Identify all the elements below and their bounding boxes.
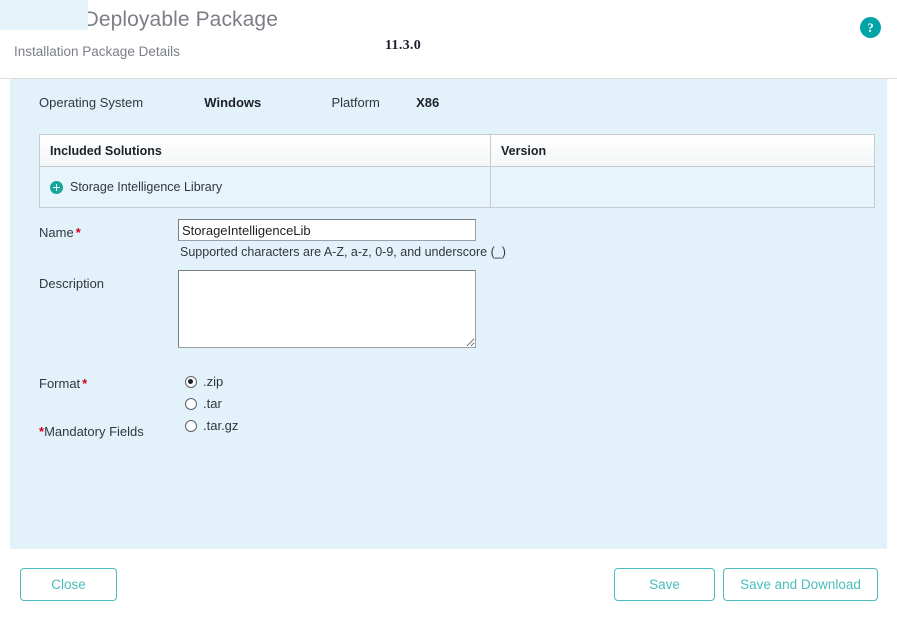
page-header: Create Deployable Package Installation P… bbox=[0, 0, 897, 79]
cell-solution-version bbox=[491, 167, 875, 208]
radio-label-targz: .tar.gz bbox=[203, 418, 238, 433]
column-header-included-solutions[interactable]: Included Solutions bbox=[40, 135, 491, 167]
format-label: Format* bbox=[39, 376, 87, 391]
solution-name-label: Storage Intelligence Library bbox=[70, 180, 222, 194]
column-header-version[interactable]: Version bbox=[491, 135, 875, 167]
plus-circle-icon[interactable] bbox=[50, 181, 63, 194]
save-button[interactable]: Save bbox=[614, 568, 715, 601]
radio-option-zip[interactable]: .zip bbox=[185, 371, 238, 392]
close-button[interactable]: Close bbox=[20, 568, 117, 601]
mandatory-fields-note: *Mandatory Fields bbox=[39, 424, 144, 439]
included-solutions-table: Included Solutions Version Storage Intel… bbox=[39, 134, 875, 208]
page-subtitle: Installation Package Details bbox=[14, 44, 180, 59]
title-overlay-block bbox=[0, 0, 88, 30]
radio-label-tar: .tar bbox=[203, 396, 222, 411]
radio-dot-tar[interactable] bbox=[185, 398, 197, 410]
name-input[interactable] bbox=[178, 219, 476, 241]
package-meta-row: Operating System Windows Platform X86 bbox=[39, 95, 439, 110]
version-label: 11.3.0 bbox=[385, 38, 421, 54]
help-icon[interactable]: ? bbox=[860, 17, 881, 38]
format-radio-group: .zip .tar .tar.gz bbox=[185, 371, 238, 437]
radio-option-targz[interactable]: .tar.gz bbox=[185, 415, 238, 436]
platform-label: Platform bbox=[331, 95, 379, 110]
cell-solution-name: Storage Intelligence Library bbox=[40, 167, 491, 208]
name-hint-text: Supported characters are A-Z, a-z, 0-9, … bbox=[180, 245, 506, 259]
dialog-footer: Close Save Save and Download bbox=[0, 549, 897, 617]
description-textarea[interactable] bbox=[178, 270, 476, 348]
table-header-row: Included Solutions Version bbox=[40, 135, 874, 167]
table-row: Storage Intelligence Library bbox=[40, 167, 874, 208]
description-label: Description bbox=[39, 276, 104, 291]
installation-package-panel: Operating System Windows Platform X86 In… bbox=[10, 79, 887, 549]
platform-value: X86 bbox=[416, 95, 439, 110]
radio-option-tar[interactable]: .tar bbox=[185, 393, 238, 414]
name-label: Name* bbox=[39, 225, 81, 240]
operating-system-label: Operating System bbox=[39, 95, 143, 110]
radio-label-zip: .zip bbox=[203, 374, 223, 389]
save-and-download-button[interactable]: Save and Download bbox=[723, 568, 878, 601]
name-required-asterisk: * bbox=[76, 225, 81, 240]
operating-system-value: Windows bbox=[204, 95, 261, 110]
radio-dot-targz[interactable] bbox=[185, 420, 197, 432]
mandatory-note-text: Mandatory Fields bbox=[44, 424, 144, 439]
format-required-asterisk: * bbox=[82, 376, 87, 391]
radio-dot-zip[interactable] bbox=[185, 376, 197, 388]
